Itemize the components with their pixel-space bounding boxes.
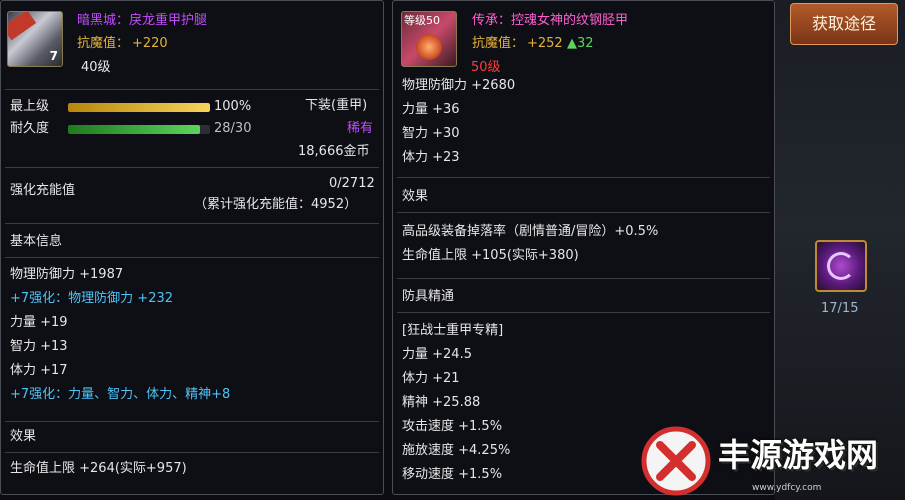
- max-level-label: 最上级: [10, 99, 50, 114]
- item-emblem: [416, 34, 442, 60]
- divider: [397, 212, 770, 213]
- stat-line: 体力 +23: [402, 150, 460, 165]
- stat-line: 生命值上限 +105(实际+380): [402, 248, 579, 263]
- resist-value: +252: [527, 36, 563, 51]
- durability-value: 28/30: [214, 121, 252, 136]
- level-badge: 等级50: [404, 14, 440, 27]
- stat-line: 力量 +36: [402, 102, 460, 117]
- reinforce-value: 0/2712: [329, 176, 375, 191]
- equipped-item-tooltip: 7 暗黑城：戾龙重甲护腿 抗魔值： +220 40级 最上级 100% 下装(重…: [0, 0, 384, 495]
- reinforce-level-badge: 7: [49, 49, 58, 63]
- divider: [397, 278, 770, 279]
- item-level: 50级: [471, 60, 501, 75]
- divider: [397, 177, 770, 178]
- stat-line: 力量 +19: [10, 315, 68, 330]
- site-watermark: 丰源游戏网 www.ydfcy.com: [640, 425, 905, 500]
- item-name: 传承：控魂女神的纹钢胫甲: [472, 13, 629, 28]
- resist-value: +220: [132, 36, 168, 51]
- stat-line: 智力 +13: [10, 339, 68, 354]
- equipped-ribbon: [8, 12, 37, 41]
- item-price: 18,666金币: [298, 144, 370, 159]
- watermark-logo-icon: [641, 426, 711, 496]
- divider: [5, 223, 379, 224]
- stat-line: 攻击速度 +1.5%: [402, 419, 503, 434]
- max-level-value: 100%: [214, 99, 252, 114]
- stat-line: +7强化：力量、智力、体力、精神+8: [10, 387, 231, 402]
- watermark-title: 丰源游戏网: [718, 436, 879, 474]
- spiral-icon: [827, 252, 855, 280]
- skill-count: 17/15: [821, 301, 859, 316]
- stat-line: 物理防御力 +2680: [402, 78, 516, 93]
- stat-line: 物理防御力 +1987: [10, 267, 124, 282]
- skill-slot-icon[interactable]: [815, 240, 867, 292]
- durability-label: 耐久度: [10, 121, 50, 136]
- stat-line: 智力 +30: [402, 126, 460, 141]
- effect-line: 生命值上限 +264(实际+957): [10, 461, 187, 476]
- stat-line: [狂战士重甲专精]: [402, 323, 504, 338]
- divider: [5, 421, 379, 422]
- max-level-bar-fill: [68, 103, 210, 112]
- stat-line: 力量 +24.5: [402, 347, 472, 362]
- rarity-label: 稀有: [347, 121, 374, 136]
- watermark-url: www.ydfcy.com: [752, 483, 822, 493]
- stat-line: 体力 +21: [402, 371, 460, 386]
- divider: [5, 452, 379, 453]
- resist-label: 抗魔值：: [77, 36, 130, 51]
- divider: [5, 89, 379, 90]
- mastery-title: 防具精通: [402, 289, 455, 304]
- divider: [5, 257, 379, 258]
- max-level-bar: [68, 103, 210, 112]
- effect-title: 效果: [402, 189, 429, 204]
- resist-label: 抗魔值：: [472, 36, 525, 51]
- item-name: 暗黑城：戾龙重甲护腿: [77, 13, 208, 28]
- item-slot: 下装(重甲): [305, 98, 368, 113]
- get-source-button[interactable]: 获取途径: [790, 3, 898, 45]
- durability-bar: [68, 125, 210, 134]
- stat-line: +7强化：物理防御力 +232: [10, 291, 174, 306]
- divider: [397, 312, 770, 313]
- stat-line: 施放速度 +4.25%: [402, 443, 511, 458]
- durability-bar-fill: [68, 125, 201, 134]
- item-level: 40级: [81, 60, 111, 75]
- stat-line: 精神 +25.88: [402, 395, 481, 410]
- reinforce-cumulative: （累计强化充能值：4952）: [194, 197, 358, 212]
- divider: [5, 167, 379, 168]
- stat-line: 移动速度 +1.5%: [402, 467, 503, 482]
- compare-item-tooltip: 等级50 传承：控魂女神的纹钢胫甲 抗魔值： +252 ▲32 50级 物理防御…: [392, 0, 775, 495]
- item-icon: 7: [7, 11, 63, 67]
- effect-title: 效果: [10, 429, 37, 444]
- stat-line: 体力 +17: [10, 363, 68, 378]
- item-icon: 等级50: [401, 11, 457, 67]
- stat-line: 高品级装备掉落率（剧情普通/冒险）+0.5%: [402, 224, 659, 239]
- reinforce-label: 强化充能值: [10, 183, 76, 198]
- basic-info-title: 基本信息: [10, 234, 63, 249]
- resist-increase: ▲32: [567, 36, 594, 51]
